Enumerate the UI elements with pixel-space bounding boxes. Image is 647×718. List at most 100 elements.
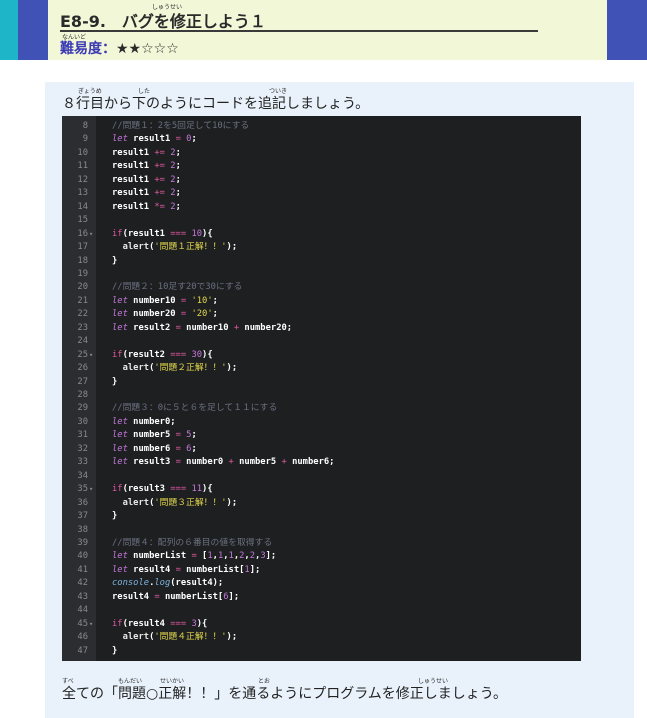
line-number: 22 [77,309,88,320]
code-token: ; [175,174,181,185]
line-number: 42 [77,578,88,589]
code-token: '問題２正解！！' [154,363,227,374]
code-line: 47} [62,645,581,658]
code-text: //問題４：配列の６番目の値を取得する [112,537,272,550]
code-block: 8 //問題１：2を5回足して10にする 9 let result1 = 0; 10 re… [62,116,581,661]
code-token: let [112,443,128,454]
line-number: 31 [77,430,88,441]
fold-arrow-icon[interactable]: ▾ [89,349,93,362]
code-line: 33 let result3 = number0 + number5 + numb… [62,456,581,469]
code-line: 25 ▾ if(result2 === 30){ [62,349,581,362]
code-text: } [112,645,117,658]
code-token: (result1 [122,228,171,239]
code-line: 39 //問題４：配列の６番目の値を取得する [62,537,581,550]
code-line: 46 alert('問題４正解！！'); [62,631,581,644]
fold-arrow-icon[interactable]: ▾ [89,228,93,241]
code-line: 29 //問題３：0に５と６を足して１１にする [62,402,581,415]
line-number: 41 [77,564,88,575]
difficulty-label: 難易度： [60,41,116,57]
code-token: '問題３正解！！' [154,497,227,508]
code-line: 17 alert('問題１正解！！'); [62,241,581,254]
code-token: ]; [265,551,277,562]
code-token: += [154,188,165,199]
code-line: 13 result1 += 2; [62,187,581,200]
code-text: alert('問題４正解！！'); [112,631,238,644]
line-number: 39 [77,537,88,548]
code-token: ; [191,134,197,145]
line-number: 10 [77,147,88,158]
code-token: numberList[ [159,591,224,602]
code-text: //問題１：2を5回足して10にする [112,120,249,133]
code-token: 11 [191,484,203,495]
line-number: 33 [77,457,88,468]
page-title: E8-9. バグを修正しよう１ [60,12,266,31]
code-token: ); [226,632,238,643]
fold-arrow-icon[interactable]: ▾ [89,483,93,496]
header-accent-blue-left [18,0,48,60]
code-token: if [112,484,123,495]
page-header: しゅうせい E8-9. バグを修正しよう１ なんいど 難易度：★★☆☆☆ [0,0,647,60]
code-token: } [112,376,118,387]
code-line: 34 [62,470,581,483]
line-number: 26 [77,363,88,374]
code-token: ; [212,295,218,306]
line-number: 25 [77,349,88,360]
code-line: 11 result1 += 2; [62,160,581,173]
code-token: } [112,645,118,656]
line-number: 34 [77,470,88,481]
code-token: log [154,578,171,589]
outro-instruction: 全ての「問題○正解！！」を通るようにプログラムを修正しましょう。 [62,686,507,702]
line-number: 28 [77,390,88,400]
code-text: result4 = numberList[6]; [112,591,239,604]
code-token: === [170,484,187,495]
code-text: let result1 = 0; [112,133,197,146]
code-token: (result2 [122,349,171,360]
code-token: ){ [196,618,208,629]
fold-arrow-icon[interactable]: ▾ [89,618,93,631]
code-line: 26 alert('問題２正解！！'); [62,362,581,375]
code-token: '問題１正解！！' [154,242,227,253]
line-number: 47 [77,645,88,656]
code-line: 12 result1 += 2; [62,174,581,187]
code-token: ; [175,161,181,172]
code-token: '10' [191,295,213,306]
code-line: 30 let number0; [62,416,581,429]
code-line: 22 let number20 = '20'; [62,308,581,321]
code-token: } [112,255,118,266]
line-number: 24 [77,336,88,347]
code-token: if [112,228,123,239]
code-text: alert('問題３正解！！'); [112,497,238,510]
code-text: console.log(result4); [112,577,223,590]
line-number: 18 [77,255,88,266]
code-token: if [112,349,123,360]
code-line: 16 ▾ if(result1 === 10){ [62,228,581,241]
code-line: 31 let number5 = 5; [62,429,581,442]
code-token: ; [175,201,181,212]
line-number: 43 [77,591,88,602]
code-text: if(result4 === 3){ [112,618,207,631]
code-text: } [112,376,117,389]
code-token: let [112,564,128,575]
code-token: result1 [112,147,155,158]
line-number: 29 [77,403,88,414]
code-line: 37} [62,510,581,523]
code-line: 38 [62,524,581,537]
code-text: result1 += 2; [112,147,181,160]
code-token: ){ [202,349,213,360]
code-token: number6 [127,443,176,454]
code-token: let [112,322,128,333]
code-token: ; [175,147,181,158]
code-token: if [112,618,123,629]
code-text: let numberList = [1,1,1,2,2,3]; [112,550,276,563]
code-token: //問題３：0に５と６を足して１１にする [112,403,278,414]
code-token: (result4 [122,618,171,629]
line-number: 37 [77,511,88,522]
code-line: 10 result1 += 2; [62,147,581,160]
code-token: ; [191,430,197,441]
code-line: 24 [62,335,581,348]
code-token: result1 [127,134,176,145]
code-token: result1 [112,188,155,199]
code-text: let result2 = number10 + number20; [112,322,292,335]
line-number: 13 [77,188,88,199]
code-token: result1 [112,201,155,212]
